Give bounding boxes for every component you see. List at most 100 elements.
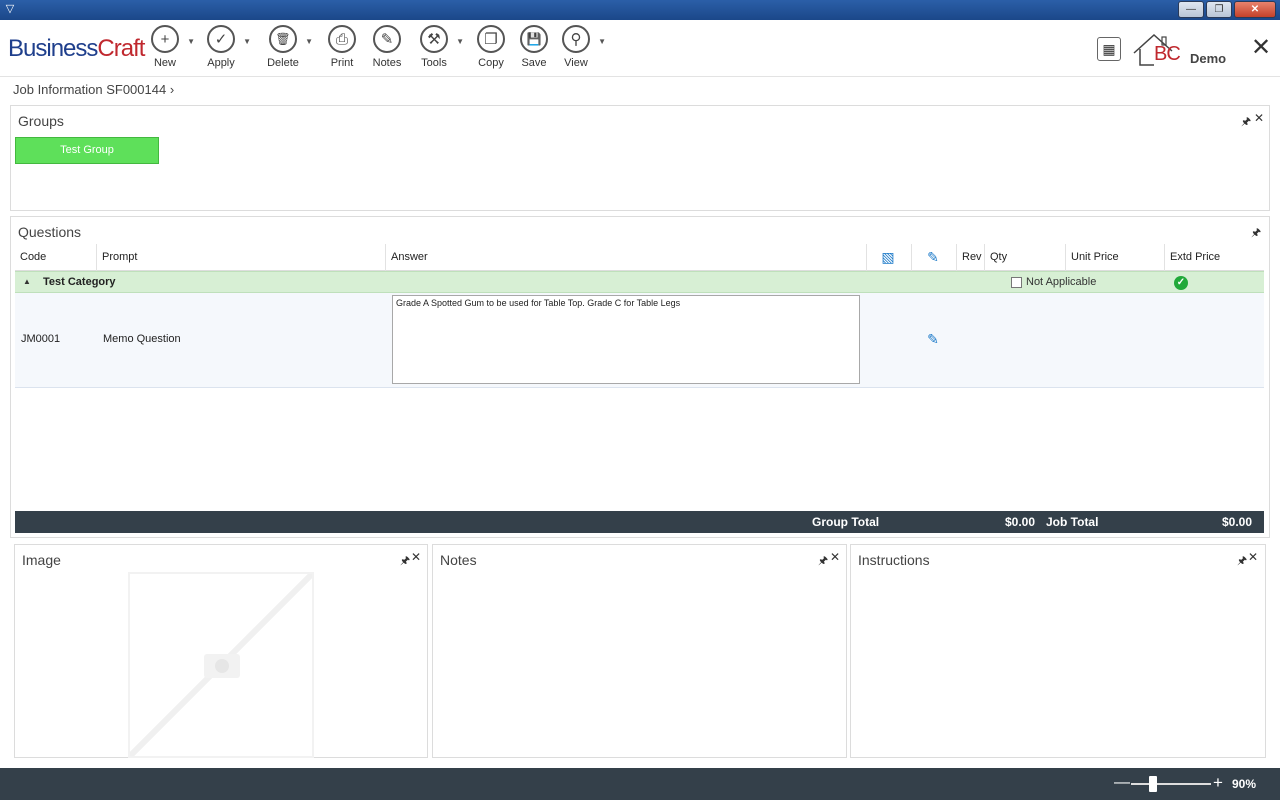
zoom-slider-track[interactable] bbox=[1131, 783, 1211, 785]
col-code[interactable]: Code bbox=[15, 244, 97, 271]
logo-text-craft: Craft bbox=[97, 35, 145, 62]
pin-icon[interactable]: 🖈 bbox=[1251, 224, 1261, 243]
groups-panel: Groups 🖈 ✕ Test Group bbox=[10, 105, 1270, 211]
col-unit-price[interactable]: Unit Price bbox=[1066, 244, 1165, 271]
pin-icon[interactable]: 🖈 bbox=[818, 552, 828, 571]
restore-button[interactable]: ❐ bbox=[1206, 1, 1232, 18]
magnifier-icon: ⚲ bbox=[562, 25, 590, 53]
pin-icon[interactable]: 🖈 bbox=[400, 552, 410, 571]
pin-icon[interactable]: 🖈 bbox=[1241, 113, 1251, 132]
question-prompt: Memo Question bbox=[103, 333, 181, 345]
question-code: JM0001 bbox=[21, 333, 61, 345]
copy-button-label: Copy bbox=[478, 57, 504, 69]
view-button[interactable]: ⚲ ▼ View bbox=[552, 25, 606, 69]
bc-logo-text: BC bbox=[1154, 43, 1181, 65]
camera-icon bbox=[127, 571, 315, 759]
zoom-in-button[interactable]: + bbox=[1213, 773, 1223, 793]
image-placeholder bbox=[127, 571, 315, 759]
apply-button-label: Apply bbox=[207, 57, 235, 69]
tools-icon: ⚒ bbox=[420, 25, 448, 53]
table-row[interactable]: JM0001 Memo Question Grade A Spotted Gum… bbox=[15, 293, 1264, 388]
tools-button[interactable]: ⚒ ▼ Tools bbox=[410, 25, 464, 69]
notes-icon: ✎ bbox=[373, 25, 401, 53]
chevron-down-icon[interactable]: ▼ bbox=[187, 37, 195, 46]
logo-text-business: Business bbox=[8, 35, 98, 62]
bc-logo: BC bbox=[1132, 31, 1182, 67]
questions-grid-header: Code Prompt Answer ▧ ✎ Rev Qty Unit Pric… bbox=[15, 244, 1264, 271]
copy-button[interactable]: ❐ Copy bbox=[467, 25, 515, 69]
new-button-label: New bbox=[153, 57, 176, 69]
col-rev[interactable]: Rev bbox=[957, 244, 985, 271]
col-answer[interactable]: Answer bbox=[386, 244, 867, 271]
close-icon[interactable]: ✕ bbox=[411, 550, 421, 564]
zoom-out-button[interactable]: — bbox=[1114, 774, 1130, 792]
chevron-down-icon[interactable]: ▼ bbox=[456, 37, 464, 46]
not-applicable-label: Not Applicable bbox=[1026, 276, 1097, 288]
chevron-down-icon[interactable]: ▼ bbox=[598, 37, 606, 46]
save-icon: 💾 bbox=[520, 25, 548, 53]
answer-memo-field[interactable]: Grade A Spotted Gum to be used for Table… bbox=[392, 295, 860, 384]
check-circle-icon: ✓ bbox=[1174, 276, 1188, 290]
app-icon: ▽ bbox=[5, 3, 15, 15]
copy-icon: ❐ bbox=[477, 25, 505, 53]
job-total-label: Job Total bbox=[1046, 515, 1099, 529]
col-extd-price[interactable]: Extd Price bbox=[1165, 244, 1264, 271]
pin-icon[interactable]: 🖈 bbox=[1237, 552, 1247, 571]
note-icon[interactable]: ✎ bbox=[925, 331, 941, 347]
minimize-button[interactable]: — bbox=[1178, 1, 1204, 18]
printer-icon: ⎙ bbox=[328, 25, 356, 53]
group-total-label: Group Total bbox=[812, 515, 880, 529]
image-panel-title: Image bbox=[22, 552, 61, 568]
breadcrumb[interactable]: Job Information SF000144 › bbox=[13, 82, 174, 97]
businesscraft-logo: BusinessCraft bbox=[8, 35, 145, 63]
instructions-panel-title: Instructions bbox=[858, 552, 930, 568]
col-prompt[interactable]: Prompt bbox=[97, 244, 386, 271]
zoom-slider-thumb[interactable] bbox=[1149, 776, 1157, 792]
tools-button-label: Tools bbox=[421, 57, 447, 69]
notes-button-label: Notes bbox=[372, 57, 402, 69]
category-row[interactable]: ▲ Test Category Not Applicable ✓ bbox=[15, 271, 1264, 293]
main-toolbar: BusinessCraft + ▼ New ✓ ▼ Apply 🗑 ▼ Dele… bbox=[0, 20, 1280, 77]
notes-button[interactable]: ✎ Notes bbox=[363, 25, 411, 69]
image-panel: Image 🖈 ✕ bbox=[14, 544, 428, 759]
check-icon: ✓ bbox=[207, 25, 235, 53]
window-controls: — ❐ ✕ bbox=[1178, 1, 1276, 18]
close-icon[interactable]: ✕ bbox=[1254, 111, 1264, 125]
not-applicable-checkbox[interactable] bbox=[1011, 277, 1022, 288]
col-image[interactable]: ▧ bbox=[867, 244, 912, 271]
delete-button[interactable]: 🗑 ▼ Delete bbox=[259, 25, 313, 69]
close-icon[interactable]: ✕ bbox=[1248, 550, 1258, 564]
groups-title: Groups bbox=[18, 113, 64, 129]
status-bar: — + 90% bbox=[0, 768, 1280, 800]
notes-panel-title: Notes bbox=[440, 552, 477, 568]
close-window-button[interactable]: ✕ bbox=[1234, 1, 1276, 18]
group-total-value: $0.00 bbox=[1005, 515, 1036, 529]
chevron-down-icon[interactable]: ▼ bbox=[305, 37, 313, 46]
group-button-test-group[interactable]: Test Group bbox=[15, 137, 159, 164]
image-icon: ▧ bbox=[881, 249, 895, 265]
print-button-label: Print bbox=[330, 57, 354, 69]
col-notes[interactable]: ✎ bbox=[912, 244, 957, 271]
chevron-down-icon[interactable]: ▼ bbox=[243, 37, 251, 46]
demo-label: Demo bbox=[1190, 51, 1227, 66]
col-qty[interactable]: Qty bbox=[985, 244, 1066, 271]
collapse-icon[interactable]: ▲ bbox=[23, 277, 31, 286]
close-icon[interactable]: ✕ bbox=[830, 550, 840, 564]
new-button[interactable]: + ▼ New bbox=[141, 25, 195, 69]
questions-title: Questions bbox=[18, 224, 82, 240]
apply-button[interactable]: ✓ ▼ Apply bbox=[197, 25, 251, 69]
zoom-level: 90% bbox=[1232, 777, 1257, 791]
notes-panel: Notes 🖈 ✕ bbox=[432, 544, 847, 758]
calculator-icon[interactable]: ▦ bbox=[1097, 37, 1121, 61]
plus-icon: + bbox=[151, 25, 179, 53]
save-button[interactable]: 💾 Save bbox=[510, 25, 558, 69]
category-name: Test Category bbox=[43, 276, 116, 288]
job-total-value: $0.00 bbox=[1222, 515, 1253, 529]
save-button-label: Save bbox=[521, 57, 547, 69]
trash-icon: 🗑 bbox=[269, 25, 297, 53]
questions-panel: Questions 🖈 Code Prompt Answer ▧ ✎ Rev Q… bbox=[10, 216, 1270, 538]
close-icon[interactable]: ✕ bbox=[1251, 36, 1271, 60]
view-button-label: View bbox=[564, 57, 588, 69]
print-button[interactable]: ⎙ Print bbox=[318, 25, 366, 69]
note-icon: ✎ bbox=[927, 249, 939, 265]
